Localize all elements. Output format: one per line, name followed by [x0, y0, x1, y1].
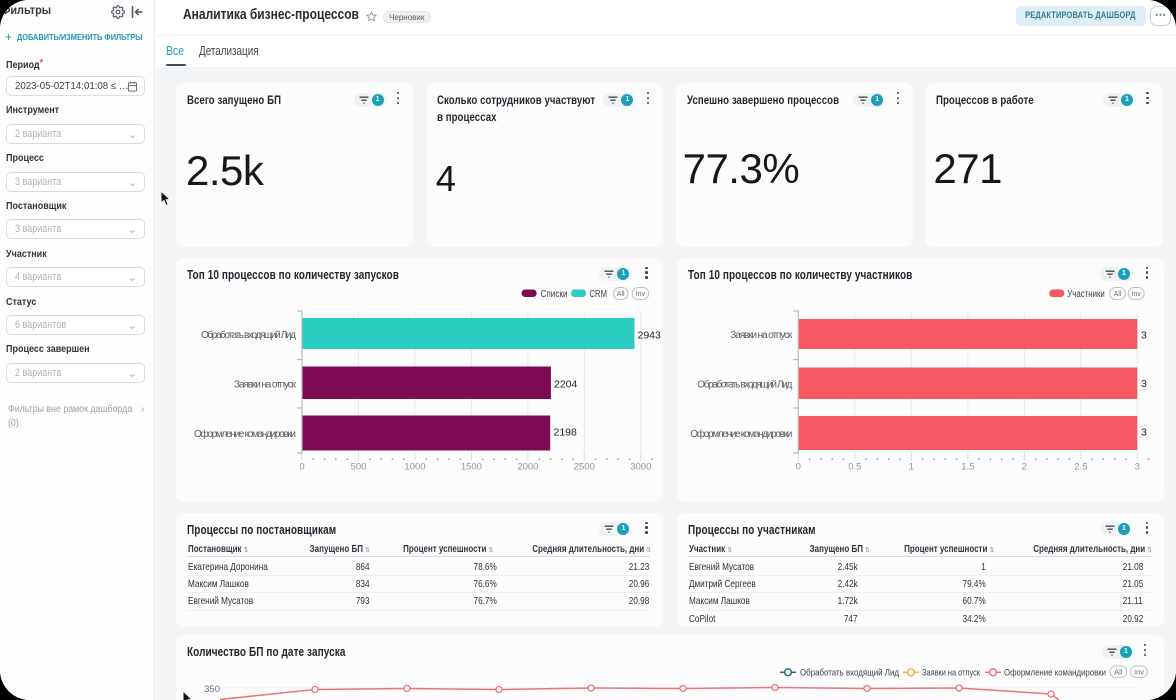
svg-text:500: 500 — [351, 461, 367, 472]
svg-text:All: All — [1113, 290, 1121, 297]
svg-text:0: 0 — [795, 461, 800, 472]
svg-text:3000: 3000 — [630, 461, 651, 472]
svg-text:Заявки на отпуск: Заявки на отпуск — [730, 330, 793, 341]
svg-text:2500: 2500 — [574, 461, 595, 472]
svg-text:0: 0 — [299, 461, 304, 472]
svg-text:Заявки на отпуск: Заявки на отпуск — [922, 668, 981, 678]
svg-text:1000: 1000 — [404, 461, 425, 472]
svg-text:2204: 2204 — [554, 378, 578, 390]
svg-text:All: All — [1114, 668, 1123, 677]
svg-text:Обработать входящий Лид: Обработать входящий Лид — [800, 668, 899, 678]
svg-text:Обработать входящий Лид: Обработать входящий Лид — [697, 378, 792, 390]
svg-text:Inv: Inv — [1131, 290, 1141, 297]
svg-text:Участники: Участники — [1067, 289, 1105, 300]
svg-text:Inv: Inv — [1134, 668, 1144, 677]
svg-text:1500: 1500 — [461, 461, 482, 472]
svg-text:2: 2 — [1021, 461, 1026, 472]
svg-text:0.5: 0.5 — [848, 461, 861, 472]
svg-text:2.5: 2.5 — [1074, 461, 1087, 472]
svg-text:Оформление командировки: Оформление командировки — [690, 428, 792, 440]
svg-text:2943: 2943 — [638, 329, 662, 341]
svg-text:3: 3 — [1141, 378, 1147, 390]
svg-text:3: 3 — [1134, 461, 1139, 472]
svg-text:350: 350 — [204, 684, 220, 695]
svg-text:3: 3 — [1141, 329, 1147, 341]
svg-text:1: 1 — [908, 461, 913, 472]
svg-text:Заявки на отпуск: Заявки на отпуск — [234, 379, 297, 390]
svg-text:Обработать входящий Лид: Обработать входящий Лид — [201, 329, 296, 341]
svg-text:All: All — [617, 290, 625, 297]
svg-text:Списки: Списки — [541, 289, 568, 300]
svg-text:Оформление командировки: Оформление командировки — [1004, 668, 1106, 678]
svg-text:2000: 2000 — [517, 461, 538, 472]
svg-text:Inv: Inv — [636, 290, 646, 297]
svg-text:3: 3 — [1141, 426, 1147, 438]
svg-text:Оформление командировки: Оформление командировки — [194, 428, 296, 440]
svg-text:CRM: CRM — [590, 289, 608, 300]
svg-text:2198: 2198 — [554, 426, 578, 438]
svg-text:1.5: 1.5 — [961, 461, 974, 472]
